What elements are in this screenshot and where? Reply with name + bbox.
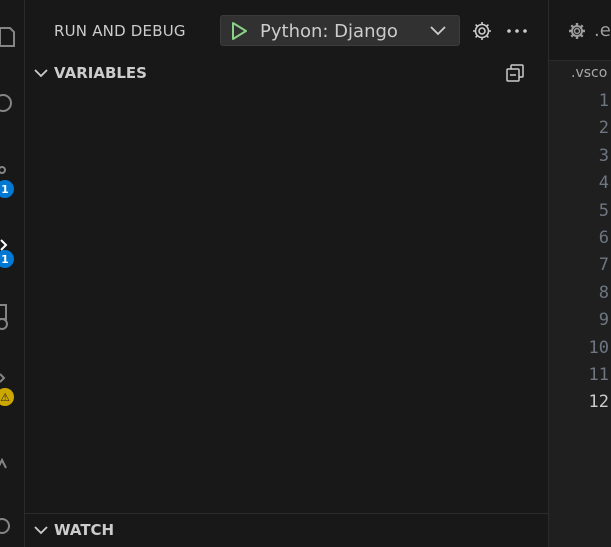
run-debug-icon[interactable]: 1 <box>0 232 24 268</box>
line-number: 12 <box>588 392 609 413</box>
line-number: 6 <box>598 228 609 248</box>
warning-badge: ⚠ <box>0 388 14 406</box>
source-control-icon[interactable]: 1 <box>0 160 24 198</box>
line-number: 7 <box>598 255 609 276</box>
line-number: 10 <box>588 337 609 358</box>
breadcrumb[interactable]: .vsco <box>571 65 607 81</box>
line-number: 3 <box>598 145 609 166</box>
collapse-all-icon[interactable] <box>505 63 525 83</box>
settings-file-icon <box>568 22 586 44</box>
remote-explorer-icon[interactable] <box>0 302 24 332</box>
line-number: 8 <box>598 282 609 303</box>
gear-icon[interactable] <box>470 19 494 43</box>
launch-config-select[interactable]: Python: Django <box>220 15 460 46</box>
variables-section-header[interactable]: VARIABLES <box>25 60 548 86</box>
line-number: 4 <box>598 173 609 194</box>
section-divider <box>25 513 548 514</box>
editor-area: .e .vsco 1 2 3 4 5 6 7 8 9 10 11 12 <box>549 0 611 547</box>
chevron-down-icon[interactable] <box>429 23 447 43</box>
run-debug-sidebar: RUN AND DEBUG Python: Django VARIABLES W… <box>25 0 549 547</box>
line-number: 9 <box>598 310 609 331</box>
line-number: 11 <box>588 365 609 385</box>
line-number: 1 <box>598 91 609 111</box>
editor-tab[interactable]: .e <box>549 0 611 60</box>
launch-config-label: Python: Django <box>260 21 398 42</box>
more-actions-icon[interactable] <box>505 19 529 43</box>
sidebar-title: RUN AND DEBUG <box>54 22 186 40</box>
chevron-down-icon <box>33 65 49 85</box>
editor-tab-bar: .e <box>549 0 611 61</box>
sidebar-header: RUN AND DEBUG Python: Django <box>25 0 548 62</box>
explorer-icon[interactable] <box>0 22 24 52</box>
activity-bar: 1 1 ⚠ <box>0 0 25 547</box>
editor-tab-label: .e <box>594 20 611 41</box>
source-control-badge: 1 <box>0 180 14 198</box>
line-number: 2 <box>598 118 609 139</box>
chevron-down-icon <box>33 522 49 542</box>
problems-icon[interactable]: ⚠ <box>0 372 24 406</box>
testing-icon[interactable] <box>0 450 24 480</box>
watch-section-header[interactable]: WATCH <box>25 517 548 543</box>
run-debug-badge: 1 <box>0 250 14 268</box>
watch-section-title: WATCH <box>54 521 115 539</box>
variables-section-title: VARIABLES <box>54 64 147 82</box>
accounts-icon[interactable] <box>0 508 24 538</box>
line-number: 5 <box>598 200 609 221</box>
search-icon[interactable] <box>0 90 24 120</box>
play-icon[interactable] <box>229 21 249 45</box>
